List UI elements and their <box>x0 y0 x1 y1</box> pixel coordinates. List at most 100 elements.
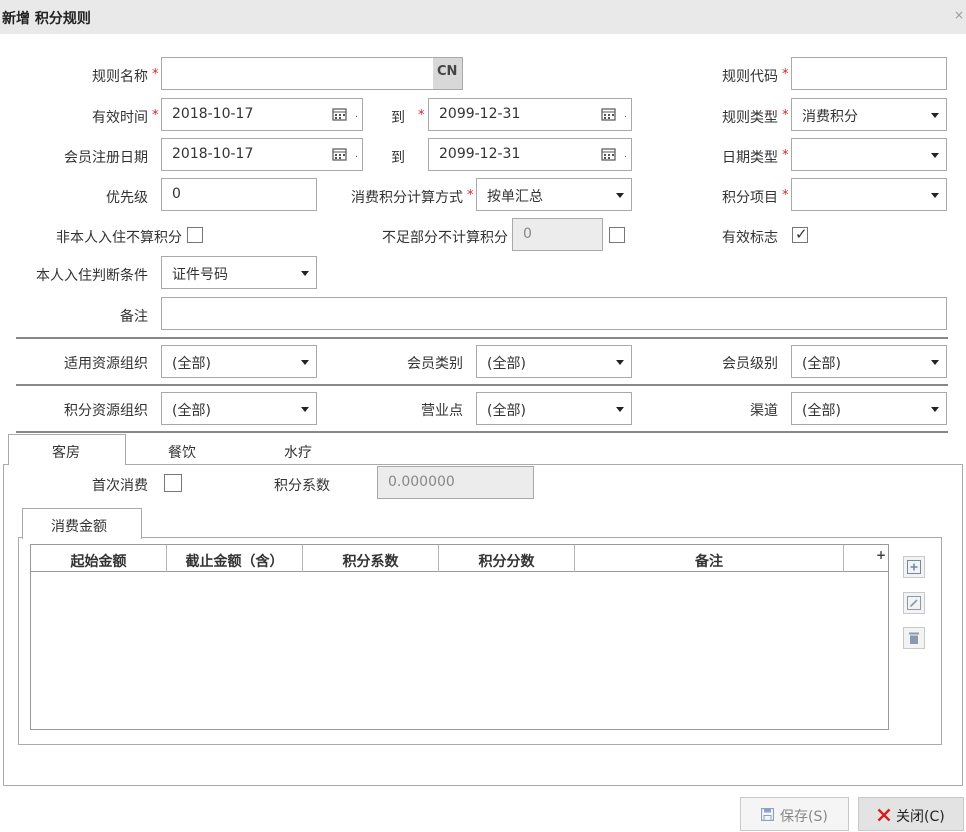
applicable-org-label: 适用资源组织 <box>64 356 148 372</box>
non-self-checkin-label: 非本人入住不算积分 <box>56 230 182 246</box>
member-category-label: 会员类别 <box>407 356 463 372</box>
chevron-down-icon <box>616 360 624 365</box>
chevron-down-icon <box>301 271 309 276</box>
member-reg-to-input[interactable]: 2099-12-31 . <box>428 138 632 171</box>
column-header-points-score[interactable]: 积分分数 <box>439 551 574 571</box>
language-badge: CN <box>437 64 458 79</box>
section-divider <box>16 384 948 386</box>
trash-icon <box>909 632 919 644</box>
calendar-icon[interactable] <box>601 147 617 161</box>
self-checkin-condition-label: 本人入住判断条件 <box>36 268 148 284</box>
chevron-down-icon <box>931 360 939 365</box>
applicable-org-select[interactable]: (全部) <box>161 345 317 378</box>
rule-name-input[interactable]: CN <box>161 57 463 90</box>
subtab-amount[interactable]: 消费金额 <box>22 508 142 539</box>
calendar-icon[interactable] <box>332 147 348 161</box>
points-org-select[interactable]: (全部) <box>161 392 317 425</box>
chevron-down-icon <box>301 407 309 412</box>
tab-dining[interactable]: 餐饮 <box>168 442 196 462</box>
dropdown-dot-icon: . <box>354 109 358 120</box>
add-icon <box>907 560 921 574</box>
close-x-icon <box>877 808 891 822</box>
date-type-label: 日期类型 <box>722 150 778 166</box>
required-mark: * <box>418 108 425 123</box>
column-header-start-amount[interactable]: 起始金额 <box>31 551 166 571</box>
required-mark: * <box>152 67 159 82</box>
tab-join-mask <box>9 464 125 466</box>
rule-type-label: 规则类型 <box>722 110 778 126</box>
valid-to-date-input[interactable]: 2099-12-31 . <box>428 98 632 131</box>
required-mark: * <box>152 108 159 123</box>
language-toggle-button[interactable]: CN <box>433 58 462 89</box>
points-item-select[interactable] <box>791 178 947 211</box>
insufficient-part-label: 不足部分不计算积分 <box>382 230 508 246</box>
chevron-down-icon <box>616 407 624 412</box>
subtab-join-mask <box>23 537 141 539</box>
subtab-amount-label: 消费金额 <box>51 519 107 535</box>
add-row-button[interactable] <box>903 556 925 578</box>
points-item-label: 积分项目 <box>722 190 778 206</box>
section-divider <box>16 431 948 433</box>
checkmark-icon: ✓ <box>795 225 808 243</box>
column-header-remark[interactable]: 备注 <box>575 551 843 571</box>
edit-row-button[interactable] <box>903 592 925 614</box>
close-button[interactable]: 关闭(C) <box>858 797 964 831</box>
member-reg-from-input[interactable]: 2018-10-17 . <box>161 138 363 171</box>
chevron-down-icon <box>931 193 939 198</box>
points-org-label: 积分资源组织 <box>64 403 148 419</box>
tab-spa[interactable]: 水疗 <box>284 442 312 462</box>
column-divider <box>843 545 844 572</box>
points-coef-input[interactable]: 0.000000 <box>377 466 534 499</box>
valid-time-label: 有效时间 <box>92 110 148 126</box>
add-column-icon[interactable]: + <box>876 548 886 562</box>
member-level-select[interactable]: (全部) <box>791 345 947 378</box>
calc-method-select[interactable]: 按单汇总 <box>476 178 632 211</box>
insufficient-part-checkbox[interactable] <box>609 227 625 243</box>
remark-input[interactable] <box>161 297 947 330</box>
insufficient-part-input[interactable]: 0 <box>512 218 603 251</box>
rule-code-input[interactable] <box>791 57 947 90</box>
to-label: 到 <box>391 110 405 126</box>
channel-select[interactable]: (全部) <box>791 392 947 425</box>
points-coef-label: 积分系数 <box>274 478 330 494</box>
calendar-icon[interactable] <box>601 107 617 121</box>
chevron-down-icon <box>931 113 939 118</box>
valid-flag-checkbox[interactable]: ✓ <box>792 225 808 243</box>
required-mark: * <box>782 188 789 203</box>
priority-input[interactable]: 0 <box>161 178 317 211</box>
dropdown-dot-icon: . <box>354 149 358 160</box>
column-header-points-coef[interactable]: 积分系数 <box>303 551 438 571</box>
chevron-down-icon <box>616 193 624 198</box>
chevron-down-icon <box>931 153 939 158</box>
floppy-icon <box>761 808 774 821</box>
dialog-title: 新增 积分规则 <box>2 11 91 27</box>
required-mark: * <box>782 108 789 123</box>
chevron-down-icon <box>931 407 939 412</box>
member-reg-date-label: 会员注册日期 <box>64 150 148 166</box>
calendar-icon[interactable] <box>332 107 348 121</box>
business-point-select[interactable]: (全部) <box>476 392 632 425</box>
first-consumption-checkbox[interactable] <box>164 474 182 492</box>
member-category-select[interactable]: (全部) <box>476 345 632 378</box>
non-self-checkin-checkbox[interactable] <box>187 227 203 243</box>
rule-type-select[interactable]: 消费积分 <box>791 98 947 131</box>
save-button[interactable]: 保存(S) <box>740 797 849 831</box>
tab-room[interactable]: 客房 <box>8 434 126 465</box>
self-checkin-condition-select[interactable]: 证件号码 <box>161 256 317 289</box>
to-label: 到 <box>391 150 405 166</box>
channel-label: 渠道 <box>750 403 778 419</box>
date-type-select[interactable] <box>791 138 947 171</box>
required-mark: * <box>782 67 789 82</box>
column-header-end-amount[interactable]: 截止金额（含） <box>167 551 302 571</box>
window-close-icon[interactable]: × <box>954 8 964 22</box>
dropdown-dot-icon: . <box>623 109 627 120</box>
business-point-label: 营业点 <box>421 403 463 419</box>
delete-row-button[interactable] <box>903 627 925 649</box>
member-level-label: 会员级别 <box>722 356 778 372</box>
valid-flag-label: 有效标志 <box>722 230 778 246</box>
priority-label: 优先级 <box>106 190 148 206</box>
dropdown-dot-icon: . <box>623 149 627 160</box>
calc-method-label: 消费积分计算方式 <box>351 190 463 206</box>
section-divider <box>16 337 948 339</box>
valid-from-date-input[interactable]: 2018-10-17 . <box>161 98 363 131</box>
